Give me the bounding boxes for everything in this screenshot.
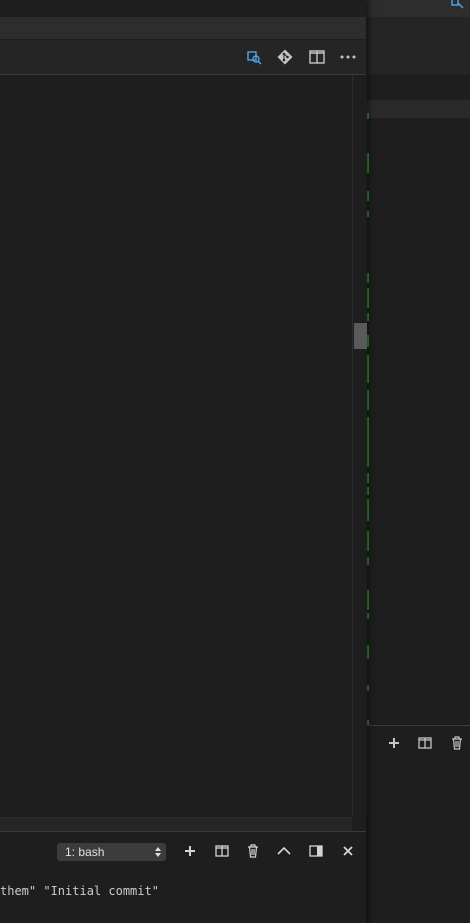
split-terminal-icon[interactable]	[212, 841, 232, 861]
open-changes-icon[interactable]	[244, 47, 264, 67]
terminal-select[interactable]: 1: bash	[57, 843, 166, 861]
git-icon[interactable]	[275, 47, 295, 67]
toggle-panel-position-icon[interactable]	[306, 841, 326, 861]
window-titlebar	[0, 17, 366, 39]
terminal-select-value: 1: bash	[65, 845, 105, 859]
background-current-line	[366, 100, 470, 118]
editor-area[interactable]	[0, 75, 352, 817]
background-window-titlebar	[366, 0, 470, 18]
background-terminal-header	[366, 725, 470, 760]
split-terminal-icon[interactable]	[415, 733, 435, 753]
new-terminal-icon[interactable]	[384, 733, 404, 753]
open-changes-icon[interactable]	[450, 0, 466, 9]
horizontal-scrollbar[interactable]	[0, 817, 352, 832]
close-panel-icon[interactable]	[338, 841, 358, 861]
new-terminal-icon[interactable]	[180, 841, 200, 861]
terminal-line: them" "Initial commit"	[0, 884, 159, 898]
editor-toolbar	[0, 40, 366, 75]
vertical-scrollbar[interactable]	[352, 75, 367, 817]
background-editor	[366, 75, 470, 725]
more-actions-icon[interactable]	[338, 47, 358, 67]
background-window	[366, 0, 470, 923]
editor-window: 1: bash them" "Initial commit"	[0, 0, 367, 923]
kill-terminal-icon[interactable]	[243, 841, 263, 861]
select-arrows-icon	[155, 847, 161, 857]
scrollbar-thumb[interactable]	[354, 323, 367, 349]
maximize-panel-icon[interactable]	[274, 841, 294, 861]
background-terminal-body	[366, 760, 470, 923]
split-editor-icon[interactable]	[307, 47, 327, 67]
terminal-panel-header: 1: bash	[0, 831, 366, 870]
kill-terminal-icon[interactable]	[447, 733, 467, 753]
background-tab-bar	[366, 17, 470, 75]
terminal-output[interactable]: them" "Initial commit"	[0, 869, 366, 923]
